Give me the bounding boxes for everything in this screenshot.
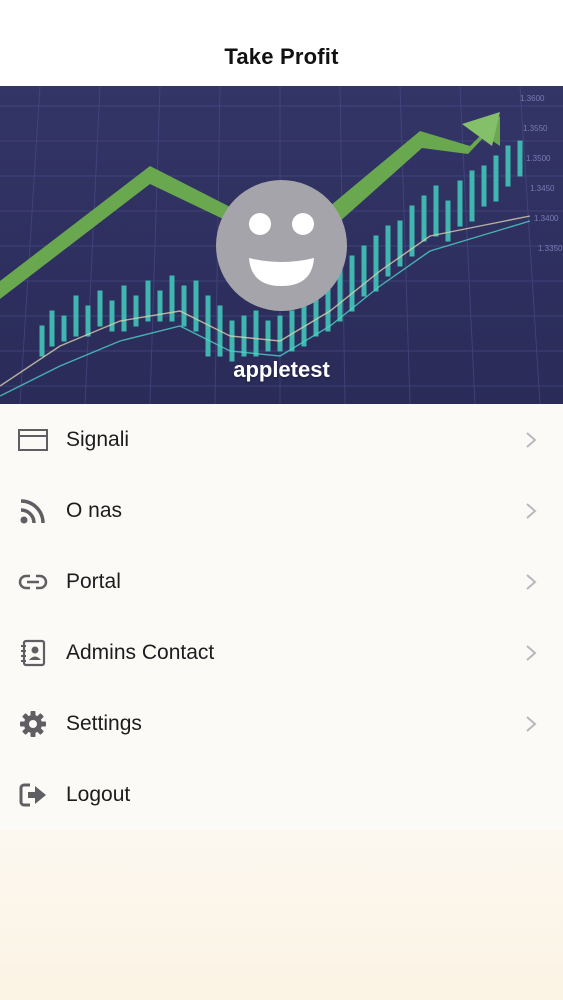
menu-item-signali[interactable]: Signali	[0, 404, 563, 475]
menu-item-logout[interactable]: Logout	[0, 759, 563, 830]
chevron-right-icon	[526, 574, 537, 590]
menu-item-label: Admins Contact	[66, 640, 215, 664]
profile-username: appletest	[233, 357, 330, 382]
svg-text:1.3600: 1.3600	[520, 94, 545, 103]
menu-item-label: Settings	[66, 711, 142, 735]
rss-icon	[17, 497, 49, 525]
chevron-right-icon	[526, 645, 537, 661]
svg-text:1.3500: 1.3500	[526, 154, 551, 163]
menu-item-label: Signali	[66, 427, 130, 451]
menu-item-label: O nas	[66, 498, 123, 522]
svg-text:1.3450: 1.3450	[530, 184, 555, 193]
menu-item-admins-contact[interactable]: Admins Contact	[0, 617, 563, 688]
chevron-right-icon	[526, 432, 537, 448]
page-title: Take Profit	[224, 44, 339, 69]
smiley-face-icon	[249, 213, 314, 286]
profile-header-banner: 1.3600 1.3550 1.3500 1.3450 1.3400 1.3350 a…	[0, 86, 563, 404]
contacts-book-icon	[17, 639, 49, 667]
svg-text:1.3350: 1.3350	[538, 244, 563, 253]
menu-item-o-nas[interactable]: O nas	[0, 475, 563, 546]
menu-empty-area	[0, 830, 563, 1000]
menu-item-settings[interactable]: Settings	[0, 688, 563, 759]
svg-text:1.3550: 1.3550	[523, 124, 548, 133]
menu-item-label: Logout	[66, 782, 131, 806]
card-icon	[17, 426, 49, 454]
chevron-right-icon	[526, 716, 537, 732]
logout-icon	[17, 781, 49, 809]
avatar[interactable]	[216, 180, 347, 311]
navigation-bar: Take Profit	[0, 0, 563, 86]
link-icon	[17, 568, 49, 596]
chevron-right-icon	[526, 503, 537, 519]
menu-item-portal[interactable]: Portal	[0, 546, 563, 617]
svg-text:1.3400: 1.3400	[534, 214, 559, 223]
menu-item-label: Portal	[66, 569, 121, 593]
side-menu-list: Signali O nas Portal Admins Contact Sett…	[0, 404, 563, 830]
gear-icon	[17, 710, 49, 738]
